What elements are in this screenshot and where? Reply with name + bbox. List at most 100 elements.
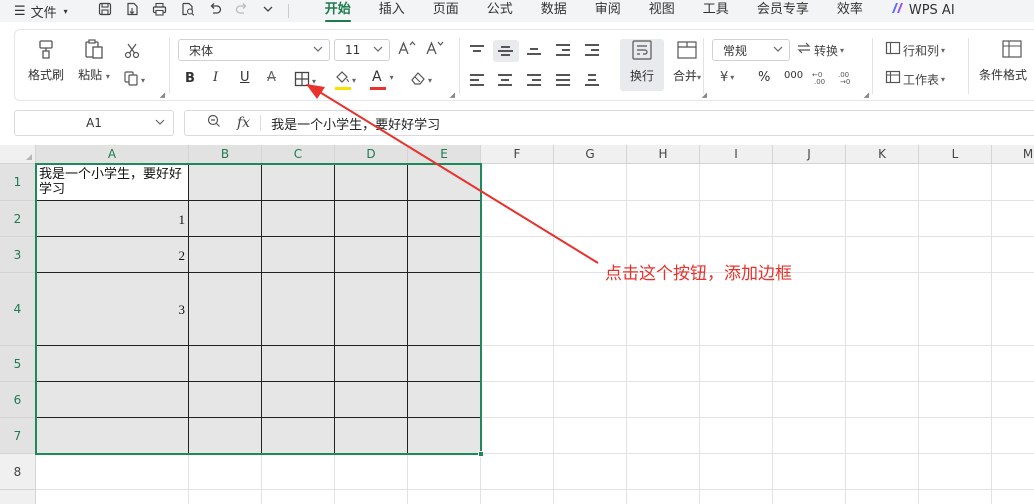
divider — [260, 115, 262, 131]
tab-tools[interactable]: 工具 — [689, 0, 743, 22]
row-header-4[interactable]: 4 — [0, 273, 36, 346]
wrap-text-label: 换行 — [629, 69, 654, 83]
thousands-separator-button[interactable]: 000 — [784, 70, 803, 81]
merge-button[interactable]: 合并▾ — [666, 39, 708, 84]
dialog-launcher-icon[interactable]: ◢ — [864, 91, 869, 99]
clear-format-button[interactable]: ▾ — [410, 70, 432, 90]
align-bottom-icon[interactable] — [527, 44, 543, 56]
column-header-m[interactable]: M — [992, 145, 1034, 164]
percent-button[interactable]: % — [758, 70, 770, 85]
fx-button[interactable]: fx — [237, 115, 250, 131]
copy-button[interactable]: ▾ — [123, 70, 145, 90]
font-size-select[interactable]: 11 — [334, 39, 390, 61]
column-header-k[interactable]: K — [846, 145, 919, 164]
distributed-align-icon[interactable] — [585, 73, 601, 86]
tab-review[interactable]: 审阅 — [581, 0, 635, 22]
tab-wps-ai[interactable]: WPS AI — [877, 0, 969, 22]
row-header-7[interactable]: 7 — [0, 418, 36, 454]
cell-a2[interactable]: 1 — [40, 212, 186, 228]
column-header-d[interactable]: D — [335, 145, 408, 164]
column-header-h[interactable]: H — [627, 145, 700, 164]
column-header-j[interactable]: J — [773, 145, 846, 164]
tab-home[interactable]: 开始 — [311, 0, 365, 22]
name-box[interactable]: A1 — [14, 110, 174, 136]
column-header-g[interactable]: G — [554, 145, 627, 164]
formula-input[interactable]: 我是一个小学生，要好好学习 — [271, 114, 440, 133]
decrease-indent-icon[interactable] — [556, 44, 572, 56]
tab-view[interactable]: 视图 — [635, 0, 689, 22]
column-header-l[interactable]: L — [919, 145, 992, 164]
merge-cells-icon — [666, 39, 708, 67]
row-header-6[interactable]: 6 — [0, 382, 36, 418]
export-pdf-icon[interactable] — [125, 2, 139, 20]
font-decrease-icon — [426, 40, 444, 60]
font-name-select[interactable]: 宋体 — [178, 39, 330, 61]
justify-icon[interactable] — [556, 74, 572, 86]
align-middle-icon[interactable] — [498, 45, 514, 57]
cell-a1[interactable]: 我是一个小学生，要好好学习 — [39, 166, 185, 196]
wrap-text-button[interactable]: 换行 — [621, 39, 663, 84]
file-menu[interactable]: ☰ 文件 ▾ — [0, 2, 68, 21]
column-header-e[interactable]: E — [408, 145, 481, 164]
row-header-3[interactable]: 3 — [0, 237, 36, 273]
font-color-button[interactable]: A ▾ — [372, 69, 394, 85]
redo-icon[interactable] — [235, 2, 249, 20]
tab-insert[interactable]: 插入 — [365, 0, 419, 22]
bold-button[interactable]: B — [185, 71, 195, 86]
increase-decimal-button[interactable]: ←0.00 — [812, 70, 828, 88]
align-right-icon[interactable] — [527, 74, 543, 86]
conditional-format-button[interactable]: 条件格式 — [979, 38, 1034, 83]
undo-icon[interactable] — [208, 2, 222, 20]
dialog-launcher-icon[interactable]: ◢ — [160, 91, 165, 99]
row-header-9[interactable] — [0, 490, 36, 504]
column-header-c[interactable]: C — [262, 145, 335, 164]
tab-formula[interactable]: 公式 — [473, 0, 527, 22]
format-painter-button[interactable]: 格式刷 — [25, 38, 67, 83]
cut-button[interactable] — [123, 42, 141, 64]
italic-button[interactable]: I — [213, 70, 218, 85]
underline-button[interactable]: U — [240, 70, 250, 85]
tab-efficiency[interactable]: 效率 — [823, 0, 877, 22]
column-header-i[interactable]: I — [700, 145, 773, 164]
print-icon[interactable] — [152, 2, 167, 20]
row-header-8[interactable]: 8 — [0, 454, 36, 490]
print-preview-icon[interactable] — [180, 2, 195, 20]
border-button[interactable]: ▾ — [294, 71, 316, 91]
currency-button[interactable]: ¥ ▾ — [720, 70, 734, 85]
chevron-down-icon: ▾ — [941, 74, 946, 84]
decrease-font-button[interactable] — [426, 40, 444, 60]
tab-data[interactable]: 数据 — [527, 0, 581, 22]
cell-a4[interactable]: 3 — [40, 302, 186, 318]
dialog-launcher-icon[interactable]: ◢ — [450, 91, 455, 99]
fill-handle[interactable] — [478, 451, 484, 457]
decrease-decimal-button[interactable]: .00 →0 — [838, 70, 854, 88]
column-header-f[interactable]: F — [481, 145, 554, 164]
more-icon[interactable] — [262, 3, 274, 19]
zoom-search-icon[interactable] — [207, 114, 221, 132]
save-icon[interactable] — [98, 2, 112, 20]
convert-button[interactable]: 转换 ▾ — [796, 41, 844, 59]
row-header-1[interactable]: 1 — [0, 164, 36, 201]
increase-indent-icon[interactable] — [585, 44, 601, 56]
merge-label-text: 合并 — [672, 69, 697, 83]
select-all-corner[interactable] — [0, 145, 36, 164]
conditional-format-icon — [979, 38, 1034, 66]
row-header-5[interactable]: 5 — [0, 346, 36, 382]
column-header-a[interactable]: A — [36, 145, 189, 164]
number-format-select[interactable]: 常规 — [712, 39, 790, 61]
paste-button[interactable]: 粘贴 ▾ — [73, 38, 115, 83]
align-left-icon[interactable] — [470, 74, 486, 86]
worksheet-button[interactable]: 工作表 ▾ — [885, 70, 945, 88]
align-center-icon[interactable] — [498, 74, 514, 86]
row-header-2[interactable]: 2 — [0, 201, 36, 237]
align-top-icon[interactable] — [470, 44, 486, 56]
tab-page[interactable]: 页面 — [419, 0, 473, 22]
highlight-color-swatch — [335, 87, 351, 90]
column-header-b[interactable]: B — [189, 145, 262, 164]
tab-member[interactable]: 会员专享 — [743, 0, 823, 22]
rows-cols-button[interactable]: 行和列 ▾ — [885, 41, 945, 59]
font-color-icon: A — [372, 69, 382, 85]
cell-a3[interactable]: 2 — [40, 248, 186, 264]
increase-font-button[interactable] — [398, 40, 416, 60]
strikethrough-button[interactable]: A — [267, 70, 276, 85]
